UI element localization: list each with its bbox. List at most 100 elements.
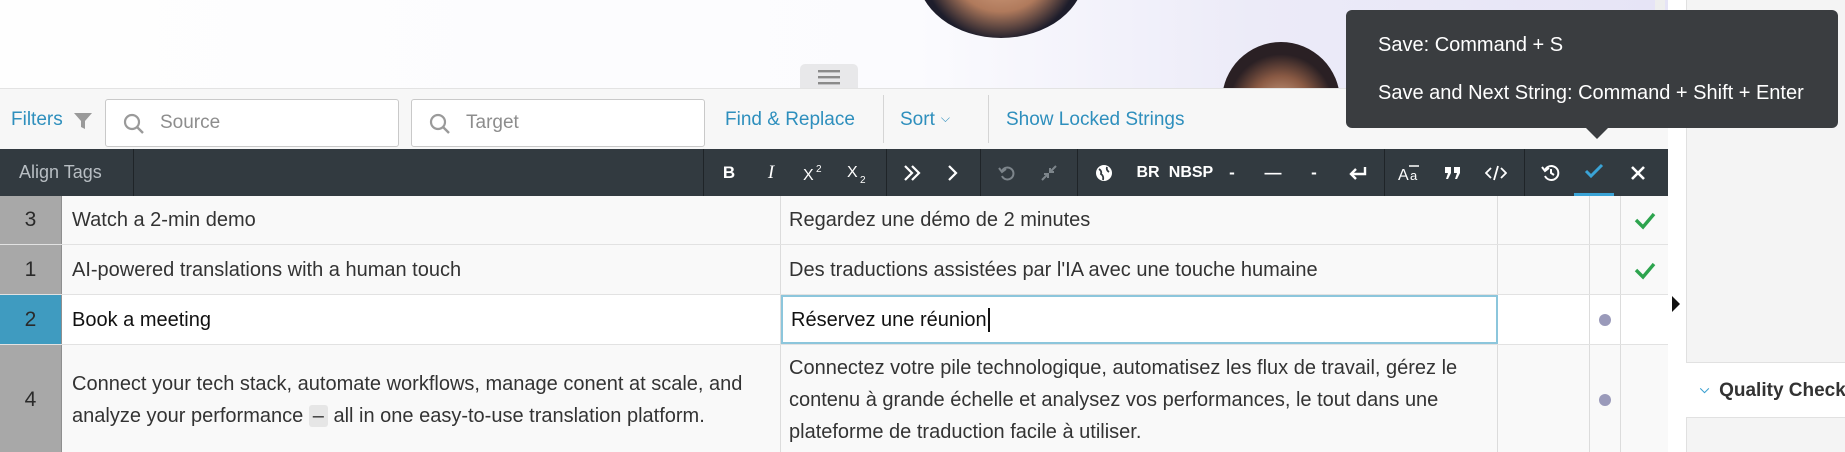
target-cell[interactable]: Connectez votre pile technologique, auto…: [781, 345, 1498, 452]
save-shortcut-tooltip: Save: Command + S Save and Next String: …: [1346, 10, 1838, 139]
undo-icon: [998, 166, 1015, 180]
source-search-input[interactable]: [160, 112, 340, 134]
history-button[interactable]: [1532, 149, 1570, 196]
target-editor[interactable]: Réservez une réunion: [781, 295, 1498, 344]
resize-handle[interactable]: [800, 64, 858, 88]
insert-hyphen-button[interactable]: -: [1218, 149, 1246, 196]
double-chevron-right-button[interactable]: [894, 149, 930, 196]
status-cell: [1590, 345, 1621, 452]
hero-heading: humaine: [4, 0, 439, 23]
target-search-field[interactable]: [411, 99, 705, 147]
divider: [980, 149, 981, 196]
undo-button[interactable]: [990, 149, 1024, 196]
editor-toolbar: Align Tags B I X2 X2 BR NBSP - — - Aa: [0, 149, 1668, 196]
source-text-part: all in one easy-to-use translation platf…: [327, 404, 705, 427]
insert-br-button[interactable]: BR: [1126, 149, 1170, 196]
sort-label: Sort: [900, 109, 935, 130]
checkmark-icon: [1634, 212, 1655, 230]
text-cursor: [987, 307, 990, 332]
source-cell[interactable]: Watch a 2-min demo: [62, 196, 781, 244]
target-cell[interactable]: Regardez une démo de 2 minutes: [781, 196, 1498, 244]
dash-placeholder: –: [308, 404, 328, 427]
chevron-down-icon: ⌵: [1700, 382, 1710, 396]
superscript-button[interactable]: X2: [796, 149, 832, 196]
checkmark-icon: [1584, 163, 1604, 179]
show-locked-strings-button[interactable]: Show Locked Strings: [1006, 109, 1185, 131]
confirm-cell[interactable]: [1621, 345, 1668, 452]
save-button[interactable]: [1574, 149, 1614, 196]
unconfirmed-dot-icon: [1599, 313, 1611, 326]
divider: [1077, 149, 1078, 196]
insert-quotes-button[interactable]: [1436, 149, 1470, 196]
return-icon: [1349, 166, 1367, 180]
status-cell: [1498, 295, 1590, 344]
status-cell: [1498, 245, 1590, 294]
table-row[interactable]: 4 Connect your tech stack, automate work…: [0, 345, 1668, 452]
cancel-button[interactable]: [1618, 149, 1658, 196]
insert-em-dash-button[interactable]: —: [1256, 149, 1290, 196]
target-search-input[interactable]: [466, 112, 646, 134]
source-cell[interactable]: Book a meeting: [62, 295, 781, 344]
chevron-down-icon: ⌵: [940, 111, 950, 125]
status-cell: [1590, 245, 1621, 294]
confirm-cell[interactable]: [1621, 196, 1668, 244]
target-cell[interactable]: Des traductions assistées par l'IA avec …: [781, 245, 1498, 294]
divider: [883, 95, 884, 143]
svg-text:X: X: [847, 164, 858, 181]
find-replace-button[interactable]: Find & Replace: [725, 109, 855, 131]
change-case-button[interactable]: Aa: [1392, 149, 1428, 196]
tooltip-arrow: [1586, 128, 1608, 139]
quality-checks-section[interactable]: ⌵ Quality Checks: [1686, 362, 1845, 418]
collapse-button[interactable]: [1032, 149, 1066, 196]
expand-panel-arrow-icon[interactable]: [1672, 296, 1680, 312]
insert-nbsp-button[interactable]: NBSP: [1168, 149, 1214, 196]
sort-dropdown[interactable]: Sort ⌵: [900, 109, 950, 131]
chevron-right-button[interactable]: [934, 149, 970, 196]
search-icon: [429, 113, 450, 134]
checkmark-icon: [1634, 262, 1655, 280]
source-text: Connect your tech stack, automate workfl…: [72, 368, 770, 432]
target-text: Réservez une réunion: [791, 308, 987, 331]
align-tags-button[interactable]: Align Tags: [0, 149, 134, 196]
subscript-button[interactable]: X2: [840, 149, 876, 196]
close-icon: [1631, 165, 1645, 180]
superscript-icon: X2: [803, 164, 822, 183]
svg-text:A: A: [1398, 167, 1409, 183]
double-chevron-right-icon: [904, 164, 921, 181]
source-cell[interactable]: Connect your tech stack, automate workfl…: [62, 345, 781, 452]
collapse-icon: [1041, 164, 1057, 181]
filters-button[interactable]: Filters: [11, 109, 63, 131]
svg-text:2: 2: [816, 164, 822, 175]
insert-newline-button[interactable]: [1340, 149, 1376, 196]
svg-text:a: a: [1410, 168, 1418, 183]
bold-button[interactable]: B: [712, 149, 746, 196]
quality-checks-label: Quality Checks: [1719, 380, 1845, 401]
funnel-icon[interactable]: [73, 111, 93, 131]
table-row[interactable]: 3 Watch a 2-min demo Regardez une démo d…: [0, 196, 1668, 245]
row-number: 1: [0, 245, 62, 294]
source-cell[interactable]: AI-powered translations with a human tou…: [62, 245, 781, 294]
svg-text:X: X: [803, 167, 814, 183]
table-row[interactable]: 2 Book a meeting Réservez une réunion: [0, 295, 1668, 345]
row-number: 3: [0, 196, 62, 244]
row-number: 2: [0, 295, 62, 344]
history-icon: [1541, 164, 1560, 181]
code-view-button[interactable]: [1478, 149, 1514, 196]
status-cell: [1590, 196, 1621, 244]
confirm-cell[interactable]: [1621, 295, 1668, 344]
table-row[interactable]: 1 AI-powered translations with a human t…: [0, 245, 1668, 295]
subscript-icon: X2: [847, 164, 866, 184]
language-button[interactable]: [1086, 149, 1122, 196]
tooltip-line-save: Save: Command + S: [1378, 34, 1564, 56]
confirm-cell[interactable]: [1621, 245, 1668, 294]
divider: [886, 149, 887, 196]
source-search-field[interactable]: [105, 99, 399, 147]
insert-en-dash-button[interactable]: -: [1300, 149, 1328, 196]
italic-button[interactable]: I: [754, 149, 788, 196]
change-case-icon: Aa: [1398, 164, 1419, 183]
code-icon: [1485, 165, 1507, 180]
tooltip-line-save-next: Save and Next String: Command + Shift + …: [1378, 82, 1804, 104]
quote-icon: [1445, 166, 1460, 179]
status-cell: [1498, 196, 1590, 244]
unconfirmed-dot-icon: [1599, 393, 1611, 406]
